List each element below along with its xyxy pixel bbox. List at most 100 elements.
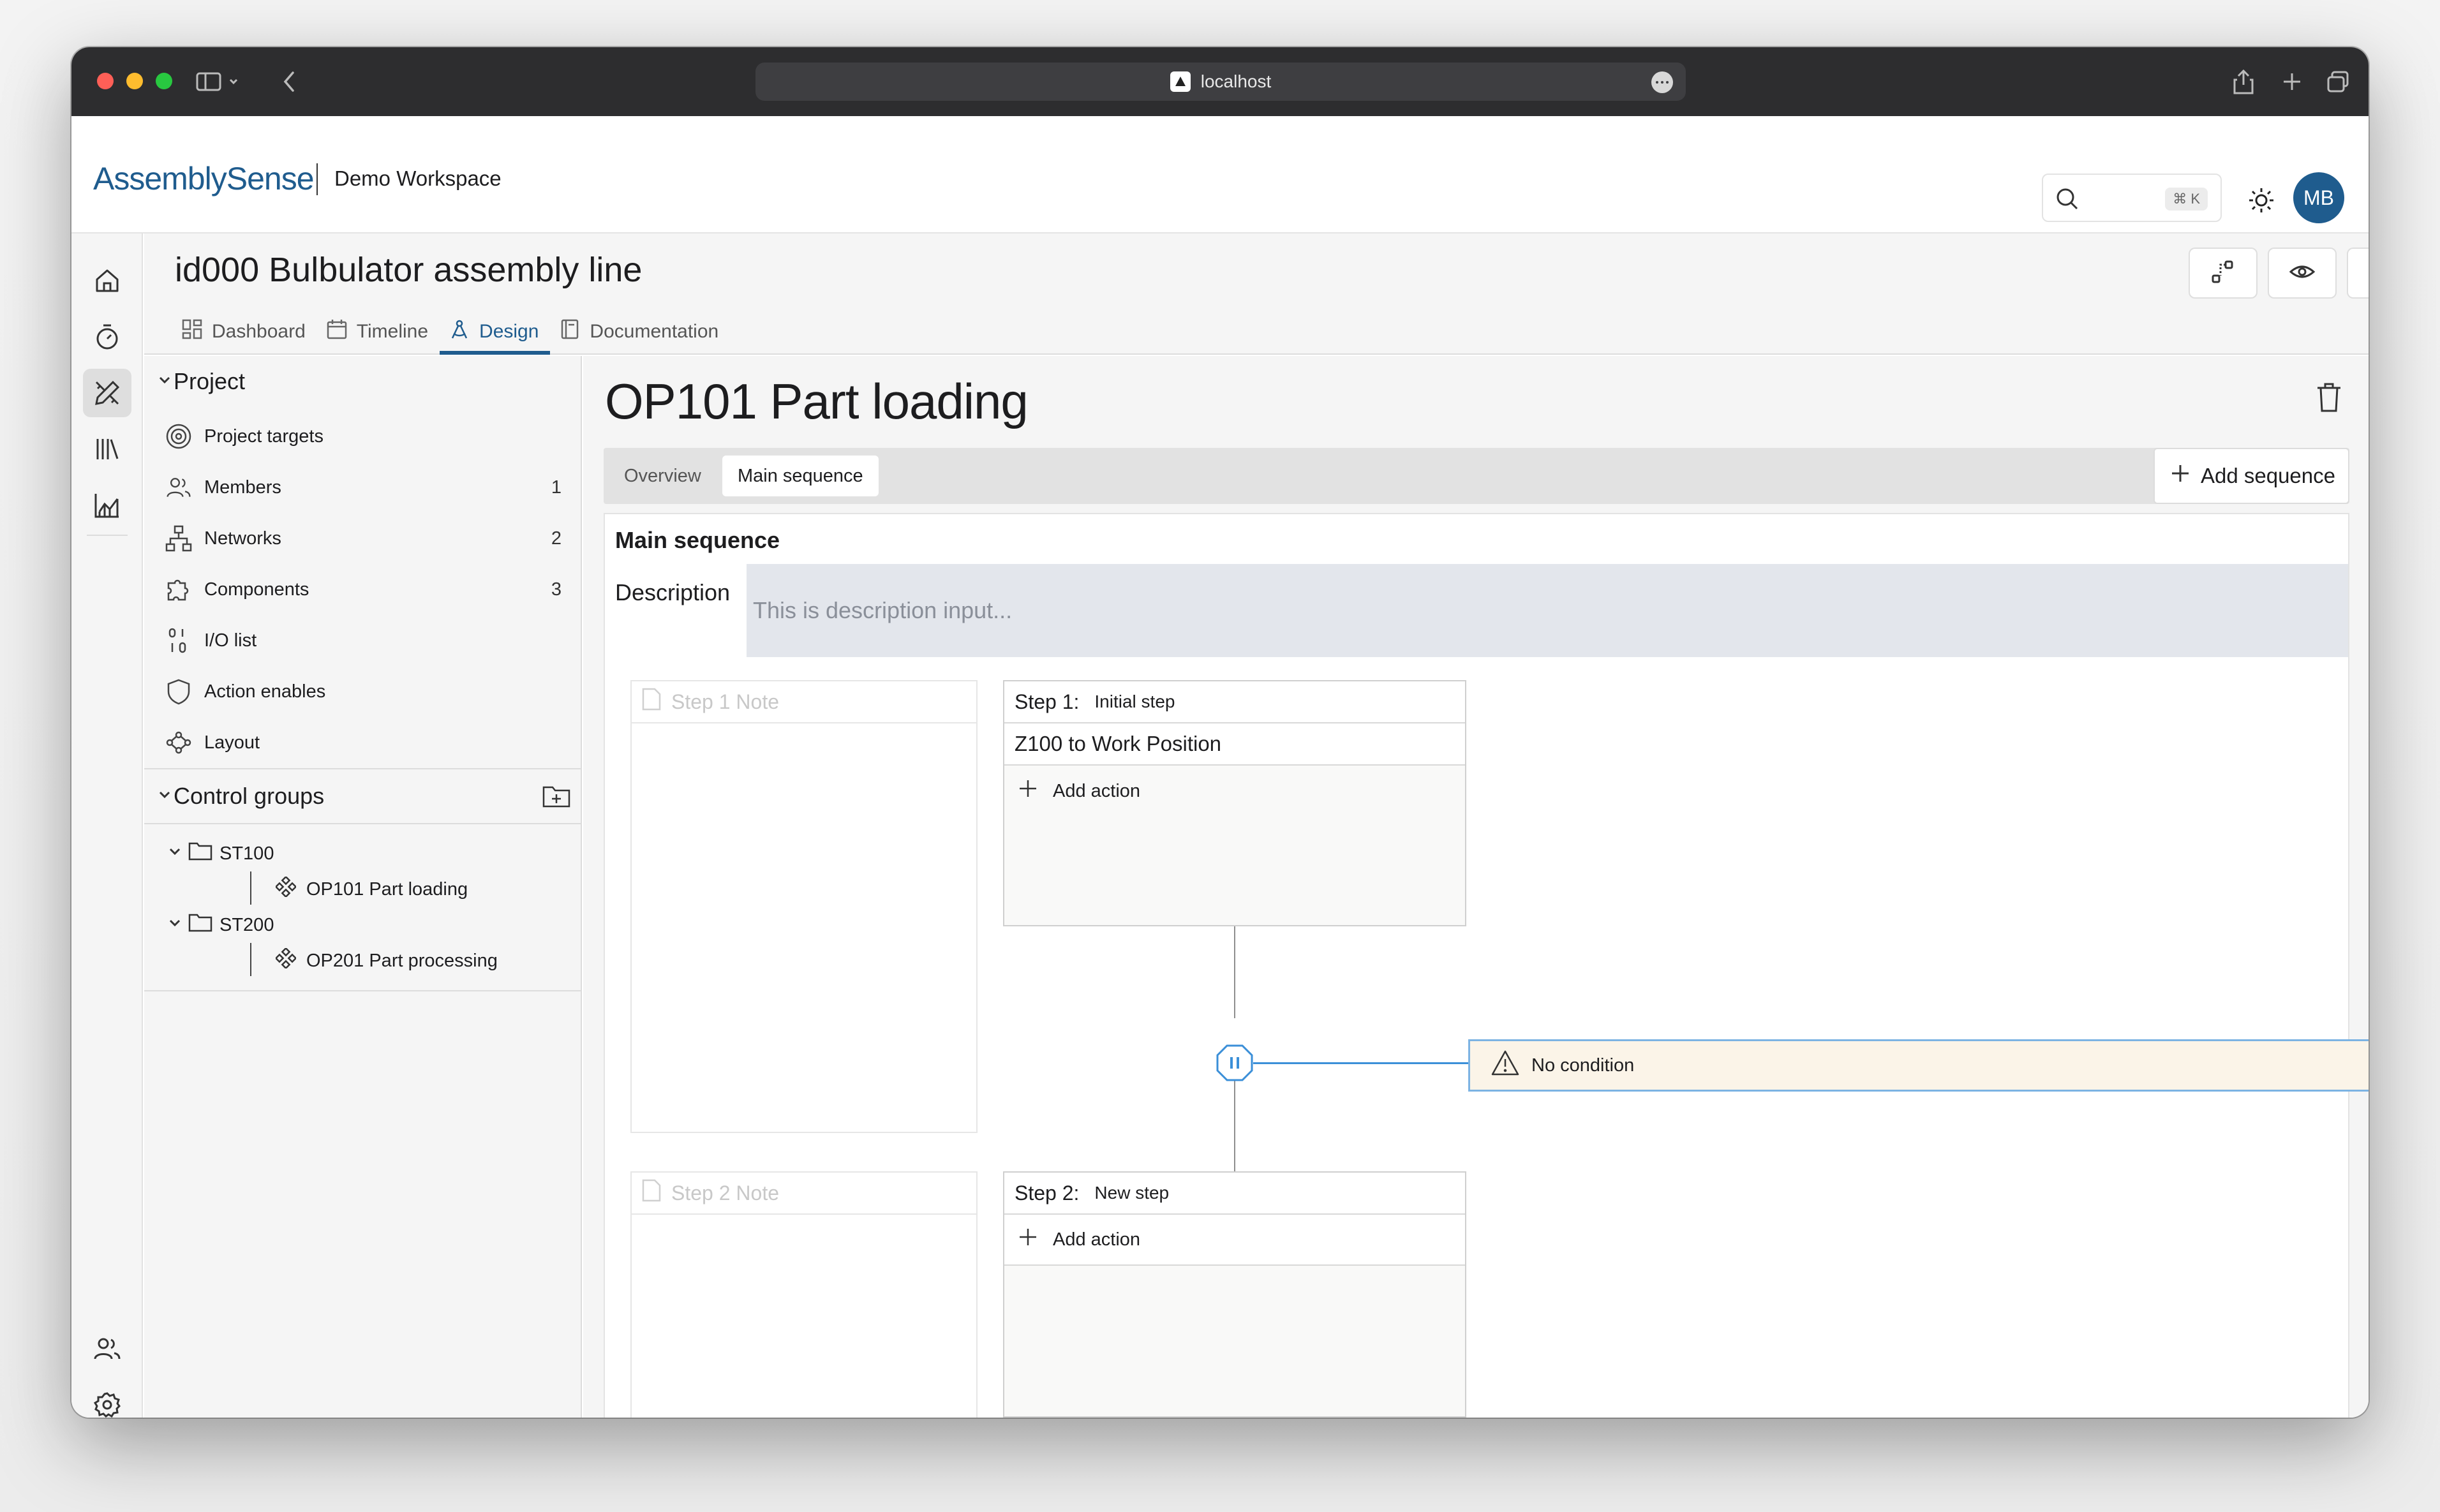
tab-overview-icon[interactable] (2323, 66, 2353, 97)
design-tools-icon[interactable] (83, 369, 131, 417)
browser-toolbar: localhost (71, 47, 2369, 116)
add-sequence-button[interactable]: Add sequence (2153, 448, 2349, 504)
step-action[interactable]: Z100 to Work Position (1004, 723, 1465, 766)
tab-overview[interactable]: Overview (609, 456, 717, 496)
preview-button[interactable] (2268, 248, 2337, 299)
home-icon[interactable] (83, 256, 131, 305)
search-icon (2055, 186, 2080, 215)
project-section-title: Project (174, 368, 246, 394)
tab-label: Documentation (590, 321, 719, 342)
tree-folder-st100[interactable]: ST100 (167, 836, 274, 871)
section-divider (144, 768, 582, 769)
add-folder-icon[interactable] (541, 782, 572, 813)
sidebar-item-label: Action enables (204, 681, 326, 702)
stopwatch-icon[interactable] (83, 313, 131, 361)
tab-dashboard[interactable]: Dashboard (172, 309, 317, 355)
step-card[interactable]: Step 1: Initial step Z100 to Work Positi… (1003, 680, 1466, 926)
sidebar-item-networks[interactable]: Networks 2 (144, 513, 581, 564)
operation-id: OP101 (605, 373, 757, 429)
plus-icon (1018, 1227, 1038, 1252)
page-title: id000 Bulbulator assembly line (175, 250, 642, 290)
step-note[interactable]: Step 2 Note (630, 1171, 978, 1418)
step-note[interactable]: Step 1 Note (630, 680, 978, 1133)
tree-guide-line (250, 871, 251, 905)
tree-folder-st200[interactable]: ST200 (167, 907, 274, 943)
rail-divider (87, 535, 128, 536)
warning-icon (1491, 1049, 1520, 1081)
step-note-placeholder: Step 1 Note (671, 690, 779, 713)
sidebar-item-label: Project targets (204, 426, 324, 447)
minimize-window-button[interactable] (126, 73, 143, 89)
step-number: Step 2: (1015, 1181, 1080, 1204)
theme-toggle-icon[interactable] (2247, 186, 2275, 218)
step-name[interactable]: Initial step (1094, 692, 1175, 712)
tree-guide-line (250, 943, 251, 976)
operation-title: OP101 Part loading (605, 373, 1029, 431)
control-groups-title: Control groups (174, 783, 325, 809)
add-action-button[interactable]: Add action (1004, 766, 1465, 817)
tree-folder-label: ST200 (219, 914, 274, 935)
chevron-down-icon (157, 373, 172, 391)
step-note-header: Step 1 Note (632, 681, 976, 723)
library-icon[interactable] (83, 425, 131, 473)
sidebar-item-label: Layout (204, 732, 260, 753)
step-name[interactable]: New step (1094, 1183, 1169, 1203)
page-menu-icon[interactable] (1651, 71, 1673, 93)
sequence-tabs: Overview Main sequence Add sequence (604, 448, 2349, 504)
transition-condition[interactable]: No condition (1468, 1039, 2369, 1092)
close-window-button[interactable] (97, 73, 114, 89)
plus-icon (2170, 463, 2191, 489)
sidebar-toggle-icon[interactable] (193, 66, 244, 97)
step-card[interactable]: Step 2: New step Add action (1003, 1171, 1466, 1418)
node-link-icon (2209, 258, 2237, 289)
left-rail (71, 233, 143, 1418)
note-icon (641, 687, 662, 716)
tab-design[interactable]: Design (440, 309, 551, 355)
network-view-button[interactable] (2189, 248, 2258, 299)
tab-timeline[interactable]: Timeline (317, 309, 440, 355)
tab-documentation[interactable]: Documentation (550, 309, 730, 355)
gear-icon (2367, 258, 2369, 289)
sidebar-item-members[interactable]: Members 1 (144, 462, 581, 513)
trash-icon[interactable] (2315, 382, 2343, 417)
add-action-button[interactable]: Add action (1004, 1215, 1465, 1266)
users-icon[interactable] (83, 1324, 131, 1373)
sidebar-item-label: Components (204, 579, 309, 600)
zoom-window-button[interactable] (156, 73, 172, 89)
sidebar-item-count: 1 (551, 477, 562, 498)
calendar-icon (326, 318, 348, 345)
sidebar-item-layout[interactable]: Layout (144, 717, 581, 768)
description-input[interactable] (747, 564, 2348, 657)
tree-item-op101[interactable]: OP101 Part loading (274, 871, 468, 907)
dashboard-icon (181, 318, 203, 345)
tab-label: Timeline (356, 321, 429, 342)
step-header: Step 2: New step (1004, 1173, 1465, 1215)
avatar[interactable]: MB (2293, 172, 2344, 223)
control-groups-section-header[interactable]: Control groups (144, 771, 581, 822)
back-icon[interactable] (274, 66, 305, 97)
address-bar[interactable]: localhost (755, 63, 1686, 101)
project-settings-button[interactable] (2347, 248, 2369, 299)
window-controls (97, 73, 172, 89)
add-sequence-label: Add sequence (2200, 464, 2335, 487)
share-icon[interactable] (2228, 66, 2259, 97)
transition-pause-icon[interactable] (1216, 1044, 1254, 1082)
app-logo[interactable]: AssemblySense (93, 160, 314, 197)
sidebar-item-components[interactable]: Components 3 (144, 564, 581, 615)
component-icon (274, 947, 297, 974)
workspace-name[interactable]: Demo Workspace (334, 167, 502, 191)
tab-main-sequence[interactable]: Main sequence (722, 456, 879, 496)
project-section-header[interactable]: Project (144, 356, 581, 407)
new-tab-icon[interactable] (2277, 66, 2307, 97)
tree-item-label: OP201 Part processing (306, 950, 498, 971)
app-header: AssemblySense Demo Workspace ⌘ K MB (71, 116, 2369, 233)
search-input[interactable]: ⌘ K (2042, 174, 2222, 222)
note-icon (641, 1178, 662, 1208)
sidebar-item-action-enables[interactable]: Action enables (144, 666, 581, 717)
project-tabs: Dashboard Timeline Design Documentation (172, 309, 730, 355)
settings-icon[interactable] (83, 1381, 131, 1418)
sidebar-item-io-list[interactable]: I/O list (144, 615, 581, 666)
analytics-icon[interactable] (83, 481, 131, 530)
sidebar-item-project-targets[interactable]: Project targets (144, 411, 581, 462)
tree-item-op201[interactable]: OP201 Part processing (274, 943, 498, 979)
